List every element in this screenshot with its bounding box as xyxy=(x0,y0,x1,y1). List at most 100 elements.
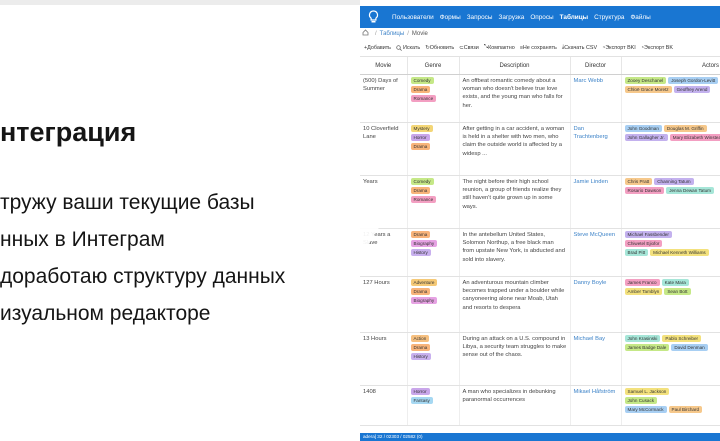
genre-tag[interactable]: Horror xyxy=(410,134,430,141)
export-bk-button[interactable]: ◔ Экспорт BK xyxy=(641,45,673,51)
actor-tag[interactable]: Paul Birchard xyxy=(668,406,703,413)
menu-surveys[interactable]: Опросы xyxy=(530,14,553,21)
actor-tag[interactable]: Michael Fassbender xyxy=(624,231,672,238)
cell-movie[interactable]: 1408 xyxy=(360,385,408,426)
genre-tag[interactable]: Drama xyxy=(410,288,431,295)
cell-director[interactable]: Michael Bay xyxy=(570,332,622,386)
actor-tag[interactable]: John Cusack xyxy=(624,397,658,404)
genre-tag[interactable]: Biography xyxy=(410,297,438,304)
menu-queries[interactable]: Запросы xyxy=(467,14,493,21)
add-button[interactable]: + Добавить xyxy=(364,45,391,51)
cell-genre[interactable]: Comedy Drama Romance xyxy=(407,74,460,123)
actor-tag[interactable]: John Krasinski xyxy=(624,335,661,342)
cell-actors[interactable]: Michael Fassbender Chiwetel Ejiofor Brad P… xyxy=(621,228,720,277)
actor-tag[interactable]: Zooey Deschanel xyxy=(624,77,667,84)
cell-movie[interactable]: 10 Cloverfield Lane xyxy=(360,122,408,176)
breadcrumb-movie[interactable]: Movie xyxy=(412,31,428,37)
cell-movie[interactable]: 13 Hours xyxy=(360,332,408,386)
genre-tag[interactable]: Drama xyxy=(410,187,431,194)
actor-tag[interactable]: Jenna Dewan Tatum xyxy=(666,187,714,194)
menu-upload[interactable]: Загрузка xyxy=(498,14,524,21)
actor-tag[interactable]: David Denman xyxy=(671,344,708,351)
menu-forms[interactable]: Формы xyxy=(440,14,461,21)
compact-button[interactable]: ⤡ Компактно xyxy=(484,44,515,51)
menu-users[interactable]: Пользователи xyxy=(392,14,434,21)
export-bki-button[interactable]: ◔ Экспорт BKI xyxy=(602,45,636,51)
cell-genre[interactable]: Drama Biography History xyxy=(407,228,460,277)
no-save-button[interactable]: ≡ Не сохранять xyxy=(520,45,557,51)
genre-tag[interactable]: Drama xyxy=(410,86,431,93)
cell-genre[interactable]: Mystery Horror Drama xyxy=(407,122,460,176)
actor-tag[interactable]: Chris Pratt xyxy=(624,178,653,185)
table-row[interactable]: 13 Hours Action Drama History During an atta… xyxy=(360,332,720,386)
table-row[interactable]: Years Comedy Drama Romance The night before … xyxy=(360,175,720,229)
cell-genre[interactable]: Comedy Drama Romance xyxy=(407,175,460,229)
genre-tag[interactable]: Romance xyxy=(410,196,437,203)
genre-tag[interactable]: Romance xyxy=(410,95,437,102)
genre-tag[interactable]: History xyxy=(410,353,431,360)
genre-tag[interactable]: Adventure xyxy=(410,279,438,286)
breadcrumb-tables[interactable]: Таблицы xyxy=(380,31,405,37)
actor-tag[interactable]: Chloë Grace Moretz xyxy=(624,86,672,93)
cell-actors[interactable]: John Krasinski Pablo Schreiber James Badge… xyxy=(621,332,720,386)
actor-tag[interactable]: Samuel L. Jackson xyxy=(624,388,670,395)
cell-description[interactable]: An adventurous mountain climber becomes … xyxy=(459,276,571,333)
search-button[interactable]: Искать xyxy=(396,45,420,51)
links-button[interactable]: ⊂ Связи xyxy=(459,45,479,51)
actor-tag[interactable]: Michael Kenneth Williams xyxy=(650,249,709,256)
cell-description[interactable]: During an attack on a U.S. compound in L… xyxy=(459,332,571,386)
actor-tag[interactable]: Kate Mara xyxy=(661,279,689,286)
actor-tag[interactable]: Joseph Gordon-Levitt xyxy=(668,77,719,84)
cell-actors[interactable]: James Franco Kate Mara Amber Tamblyn Sean B… xyxy=(621,276,720,333)
download-csv-button[interactable]: ⤓ Скачать CSV xyxy=(562,44,597,51)
cell-description[interactable]: The night before their high school reuni… xyxy=(459,175,571,229)
actor-tag[interactable]: Chiwetel Ejiofor xyxy=(624,240,663,247)
genre-tag[interactable]: Drama xyxy=(410,231,431,238)
menu-structure[interactable]: Структура xyxy=(594,14,624,21)
cell-director[interactable]: Danny Boyle xyxy=(570,276,622,333)
actor-tag[interactable]: Mary McCormack xyxy=(624,406,667,413)
table-row[interactable]: 127 Hours Adventure Drama Biography An adven… xyxy=(360,276,720,333)
cell-director[interactable]: Jamie Linden xyxy=(570,175,622,229)
actor-tag[interactable]: James Badge Dale xyxy=(624,344,670,351)
actor-tag[interactable]: Geoffrey Arend xyxy=(673,86,711,93)
actor-tag[interactable]: Channing Tatum xyxy=(654,178,694,185)
cell-genre[interactable]: Action Drama History xyxy=(407,332,460,386)
genre-tag[interactable]: Action xyxy=(410,335,430,342)
genre-tag[interactable]: History xyxy=(410,249,431,256)
cell-actors[interactable]: Zooey Deschanel Joseph Gordon-Levitt Chloë… xyxy=(621,74,720,123)
actor-tag[interactable]: Sean Bott xyxy=(664,288,691,295)
actor-tag[interactable]: Mary Elizabeth Winstead xyxy=(669,134,720,141)
table-row[interactable]: (500) Days of Summer Comedy Drama Romance An… xyxy=(360,74,720,123)
cell-actors[interactable]: John Goodman Douglas M. Griffin John Galla… xyxy=(621,122,720,176)
cell-description[interactable]: In the antebellum United States, Solomon… xyxy=(459,228,571,277)
col-header-description[interactable]: Description xyxy=(459,57,571,75)
refresh-button[interactable]: ↻ Обновить xyxy=(425,45,454,51)
actor-tag[interactable]: John Goodman xyxy=(624,125,662,132)
actor-tag[interactable]: John Gallagher Jr. xyxy=(624,134,668,141)
genre-tag[interactable]: Comedy xyxy=(410,178,434,185)
menu-files[interactable]: Файлы xyxy=(630,14,650,21)
actor-tag[interactable]: Pablo Schreiber xyxy=(662,335,702,342)
actor-tag[interactable]: Douglas M. Griffin xyxy=(663,125,707,132)
cell-movie[interactable]: (500) Days of Summer xyxy=(360,74,408,123)
genre-tag[interactable]: Mystery xyxy=(410,125,433,132)
cell-director[interactable]: Steve McQueen xyxy=(570,228,622,277)
genre-tag[interactable]: Drama xyxy=(410,143,431,150)
genre-tag[interactable]: Fantasy xyxy=(410,397,433,404)
col-header-actors[interactable]: Actors xyxy=(621,57,720,75)
cell-actors[interactable]: Samuel L. Jackson John Cusack Mary McCorma… xyxy=(621,385,720,426)
table-row[interactable]: 1408 Horror Fantasy A man who specializes i… xyxy=(360,385,720,426)
genre-tag[interactable]: Drama xyxy=(410,344,431,351)
col-header-genre[interactable]: Genre xyxy=(407,57,460,75)
actor-tag[interactable]: Rosario Dawson xyxy=(624,187,665,194)
home-icon[interactable] xyxy=(362,29,369,38)
app-logo-icon[interactable] xyxy=(366,10,381,25)
col-header-director[interactable]: Director xyxy=(570,57,622,75)
actor-tag[interactable]: James Franco xyxy=(624,279,660,286)
cell-director[interactable]: Marc Webb xyxy=(570,74,622,123)
cell-director[interactable]: Mikael Håfström xyxy=(570,385,622,426)
cell-description[interactable]: After getting in a car accident, a woman… xyxy=(459,122,571,176)
cell-genre[interactable]: Horror Fantasy xyxy=(407,385,460,426)
genre-tag[interactable]: Biography xyxy=(410,240,438,247)
